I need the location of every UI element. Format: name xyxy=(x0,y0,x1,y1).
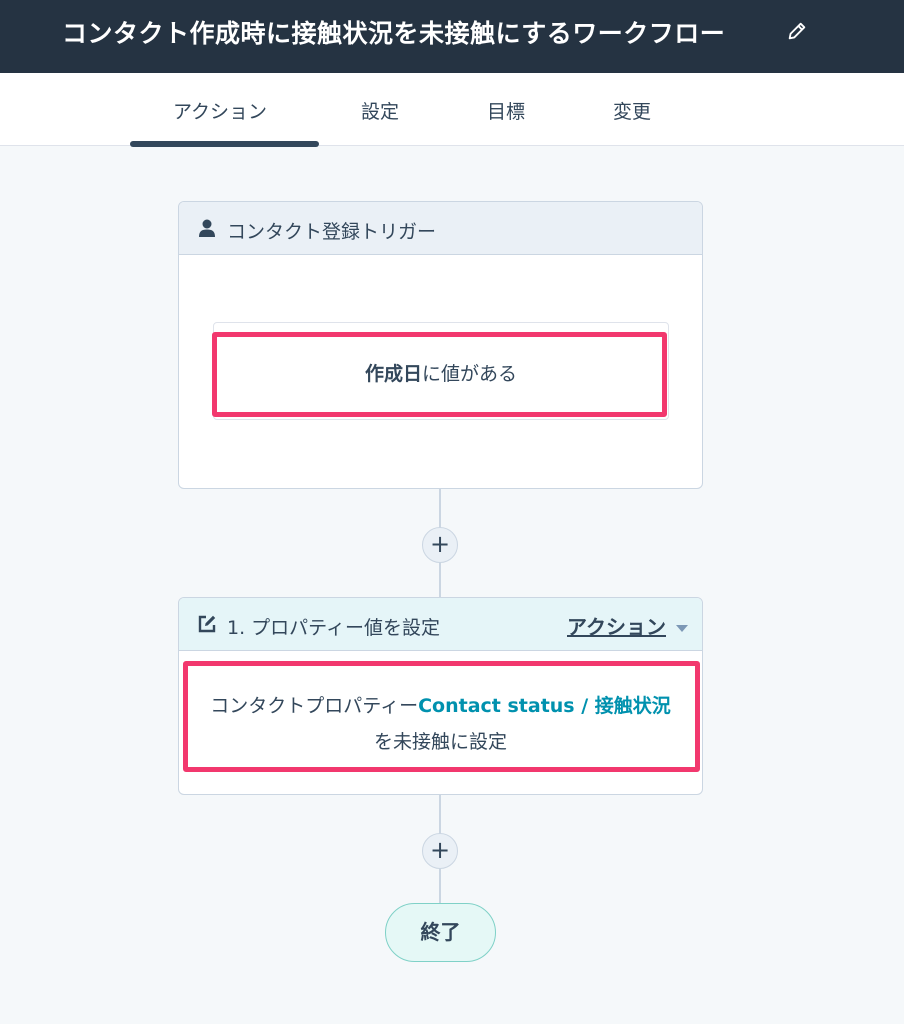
active-tab-indicator xyxy=(130,141,319,147)
edit-box-icon xyxy=(198,615,216,633)
tab-actions[interactable]: アクション xyxy=(173,97,267,124)
actions-dropdown-label: アクション xyxy=(567,615,666,639)
workflow-title: コンタクト作成時に接触状況を未接触にするワークフロー xyxy=(62,19,726,48)
caret-down-icon xyxy=(676,625,688,632)
tab-changes[interactable]: 変更 xyxy=(613,97,651,124)
tab-settings[interactable]: 設定 xyxy=(361,97,399,124)
filter-highlight-box xyxy=(212,332,667,417)
person-icon xyxy=(199,219,215,237)
action-highlight-box xyxy=(183,661,700,772)
action-title: 1. プロパティー値を設定 xyxy=(227,617,441,639)
tab-goals[interactable]: 目標 xyxy=(487,97,525,124)
end-node: 終了 xyxy=(385,903,496,962)
actions-dropdown[interactable]: アクション xyxy=(567,611,688,640)
workflow-header: コンタクト作成時に接触状況を未接触にするワークフロー xyxy=(0,0,904,73)
tab-bar: アクション 設定 目標 変更 xyxy=(0,73,904,147)
trigger-card-header: コンタクト登録トリガー xyxy=(179,202,702,255)
pencil-icon[interactable] xyxy=(786,20,808,42)
action-card-header: 1. プロパティー値を設定 アクション xyxy=(179,598,702,651)
add-step-button[interactable]: + xyxy=(422,833,458,869)
add-step-button[interactable]: + xyxy=(422,527,458,563)
trigger-title: コンタクト登録トリガー xyxy=(227,221,437,243)
